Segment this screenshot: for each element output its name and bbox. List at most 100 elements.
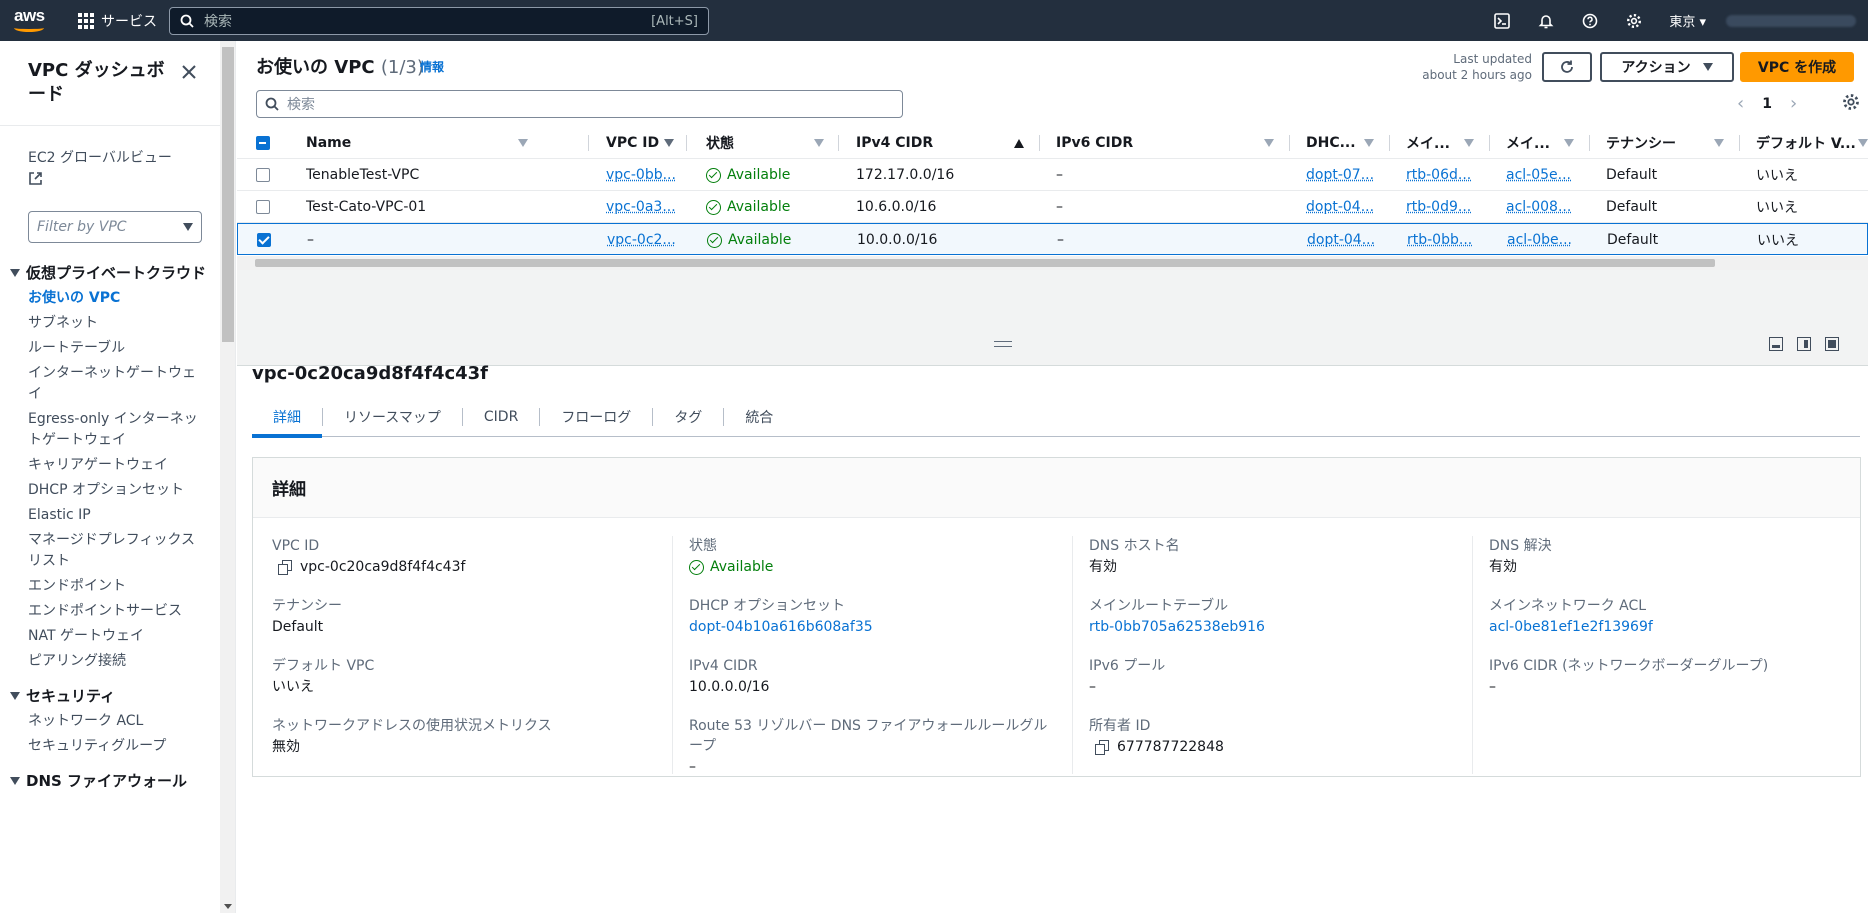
aws-logo[interactable]: aws <box>12 6 48 36</box>
table-cell-rtb[interactable]: rtb-06d... <box>1406 159 1471 191</box>
chevron-right-icon[interactable]: › <box>1790 93 1797 114</box>
cell-text: – <box>307 232 314 248</box>
table-cell-dhcp[interactable]: dopt-04... <box>1306 191 1374 223</box>
table-cell-vpc-id[interactable]: vpc-0a3... <box>606 191 676 223</box>
sidebar-item[interactable]: DHCP オプションセット <box>0 480 220 501</box>
sidebar-item[interactable]: ルートテーブル <box>0 338 220 359</box>
vpc-filter-select[interactable]: Filter by VPC <box>28 211 202 243</box>
table-row[interactable]: – vpc-0c2... Available 10.0.0.0/16 – dopt-04.… <box>237 223 1868 255</box>
column-header-default-vpc[interactable]: デフォルト V... <box>1756 127 1868 159</box>
sidebar-section-header[interactable]: 仮想プライベートクラウド <box>0 263 220 284</box>
tab-5[interactable]: タグ <box>653 397 723 437</box>
table-cell-vpc-id[interactable]: vpc-0bb... <box>606 159 676 191</box>
field-label: IPv6 CIDR (ネットワークボーダーグループ) <box>1489 656 1868 676</box>
sidebar-item[interactable]: Egress-only インターネットゲートウェイ <box>0 409 220 451</box>
sidebar-item[interactable]: ネットワーク ACL <box>0 711 220 732</box>
row-checkbox[interactable] <box>256 159 270 191</box>
sidebar-title[interactable]: VPC ダッシュボード <box>28 59 178 107</box>
table-row[interactable]: Test-Cato-VPC-01 vpc-0a3... Available 10.6.… <box>237 191 1868 223</box>
sidebar-item[interactable]: NAT ゲートウェイ <box>0 626 220 647</box>
close-icon[interactable] <box>180 63 198 81</box>
table-cell-acl[interactable]: acl-0be... <box>1507 224 1572 256</box>
details-column-3: DNS ホスト名 有効 メインルートテーブル rtb-0bb705a62538eb91… <box>1072 536 1472 774</box>
table-cell-ipv6: – <box>1056 159 1063 191</box>
status-text: Available <box>727 167 790 183</box>
panel-full-icon[interactable] <box>1825 337 1839 351</box>
column-header-main-acl[interactable]: メイ... <box>1506 127 1574 159</box>
sidebar-item[interactable]: キャリアゲートウェイ <box>0 455 220 476</box>
table-cell-ipv4: 10.6.0.0/16 <box>856 191 936 223</box>
column-header-ipv4-cidr[interactable]: IPv4 CIDR <box>856 127 1024 159</box>
tab-1[interactable]: 詳細 <box>252 397 322 437</box>
sidebar-item-ec2-global-view[interactable]: EC2 グローバルビュー <box>28 147 172 186</box>
copy-icon[interactable] <box>278 560 292 574</box>
sidebar-section-header[interactable]: DNS ファイアウォール <box>0 771 220 792</box>
sidebar-item[interactable]: お使いの VPC <box>0 288 220 309</box>
tab-2[interactable]: リソースマップ <box>323 397 462 437</box>
tab-3[interactable]: CIDR <box>463 397 539 437</box>
field-value[interactable]: rtb-0bb705a62538eb916 <box>1089 616 1472 638</box>
actions-dropdown-button[interactable]: アクション <box>1600 52 1734 82</box>
sort-ascending-icon <box>1014 139 1024 148</box>
column-header-dhcp[interactable]: DHC... <box>1306 127 1374 159</box>
sidebar-item[interactable]: マネージドプレフィックスリスト <box>0 530 220 572</box>
create-vpc-button[interactable]: VPC を作成 <box>1740 52 1854 82</box>
search-icon <box>265 97 279 111</box>
copy-icon[interactable] <box>1095 740 1109 754</box>
row-checkbox[interactable] <box>256 191 270 223</box>
sidebar-scrollbar[interactable] <box>220 41 236 913</box>
status-available: Available <box>706 199 790 215</box>
panel-bottom-icon[interactable] <box>1769 337 1783 351</box>
sidebar-item[interactable]: セキュリティグループ <box>0 736 220 757</box>
table-preferences-gear-icon[interactable] <box>1842 93 1860 111</box>
table-cell-vpc-id[interactable]: vpc-0c2... <box>607 224 676 256</box>
table-cell-rtb[interactable]: rtb-0bb... <box>1407 224 1472 256</box>
field-label: IPv6 プール <box>1089 656 1472 676</box>
services-menu-button[interactable]: サービス <box>78 9 157 33</box>
refresh-button[interactable] <box>1542 52 1592 82</box>
table-horizontal-scrollbar[interactable] <box>237 256 1868 270</box>
table-cell-acl[interactable]: acl-008... <box>1506 191 1571 223</box>
column-header-name[interactable]: Name <box>306 127 528 159</box>
sidebar-item[interactable]: Elastic IP <box>0 505 220 526</box>
tab-6[interactable]: 統合 <box>724 397 794 437</box>
column-header-vpc-id[interactable]: VPC ID <box>606 127 674 159</box>
sidebar-item[interactable]: ピアリング接続 <box>0 651 220 672</box>
field-value[interactable]: dopt-04b10a616b608af35 <box>689 616 1072 638</box>
chevron-left-icon[interactable]: ‹ <box>1737 93 1744 114</box>
settings-gear-icon[interactable] <box>1617 0 1651 41</box>
sidebar-item[interactable]: エンドポイントサービス <box>0 601 220 622</box>
cell-text: rtb-0bb... <box>1407 232 1472 248</box>
table-row[interactable]: TenableTest-VPC vpc-0bb... Available 172.17… <box>237 159 1868 191</box>
field-value: 無効 <box>272 736 672 758</box>
column-header-tenancy[interactable]: テナンシー <box>1606 127 1724 159</box>
account-menu[interactable] <box>1726 15 1856 27</box>
sidebar-item[interactable]: サブネット <box>0 313 220 334</box>
field-label: DNS ホスト名 <box>1089 536 1472 556</box>
sidebar-section-header[interactable]: セキュリティ <box>0 686 220 707</box>
table-cell-acl[interactable]: acl-05e... <box>1506 159 1571 191</box>
column-header-main-route-table[interactable]: メイ... <box>1406 127 1474 159</box>
row-checkbox[interactable] <box>257 224 271 256</box>
panel-side-icon[interactable] <box>1797 337 1811 351</box>
region-selector[interactable]: 東京 ▾ <box>1669 11 1706 30</box>
notifications-bell-icon[interactable] <box>1529 0 1563 41</box>
tab-4[interactable]: フローログ <box>540 397 652 437</box>
column-header-state[interactable]: 状態 <box>706 127 824 159</box>
table-search-input[interactable]: 検索 <box>256 90 903 118</box>
cloudshell-icon[interactable] <box>1485 0 1519 41</box>
column-header-ipv6-cidr[interactable]: IPv6 CIDR <box>1056 127 1274 159</box>
table-cell-default: いいえ <box>1757 224 1799 256</box>
table-cell-dhcp[interactable]: dopt-04... <box>1307 224 1375 256</box>
global-search-input[interactable]: 検索 [Alt+S] <box>169 7 709 35</box>
sidebar-item[interactable]: エンドポイント <box>0 576 220 597</box>
select-all-checkbox[interactable] <box>256 127 270 159</box>
field-value[interactable]: acl-0be81ef1e2f13969f <box>1489 616 1868 638</box>
split-panel-drag-handle[interactable] <box>994 341 1012 347</box>
info-link[interactable]: 情報 <box>420 58 444 75</box>
page-number[interactable]: 1 <box>1762 96 1772 112</box>
sidebar-item[interactable]: インターネットゲートウェイ <box>0 363 220 405</box>
table-cell-rtb[interactable]: rtb-0d9... <box>1406 191 1471 223</box>
help-icon[interactable] <box>1573 0 1607 41</box>
table-cell-dhcp[interactable]: dopt-07... <box>1306 159 1374 191</box>
